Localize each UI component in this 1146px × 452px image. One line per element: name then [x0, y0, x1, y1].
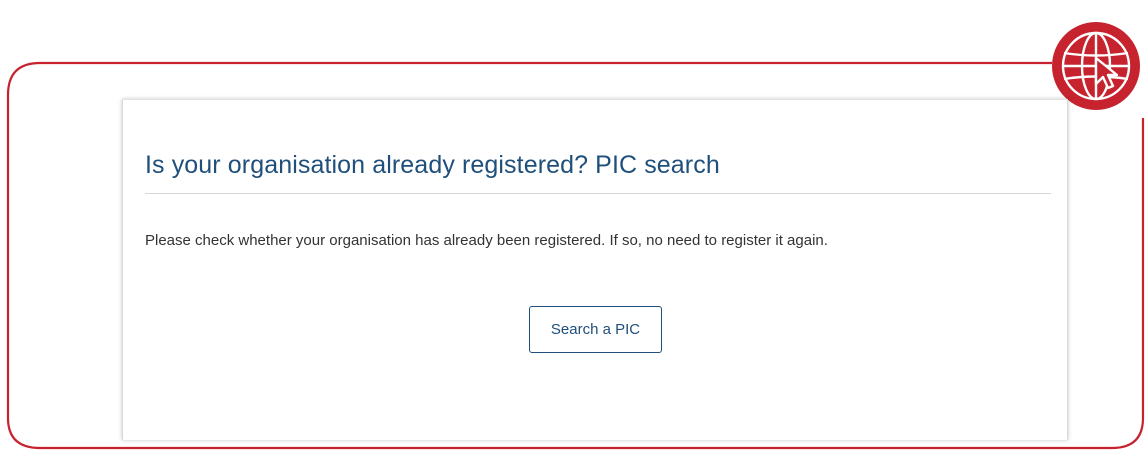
search-pic-button[interactable]: Search a PIC [529, 306, 662, 353]
divider [145, 193, 1051, 194]
card-title: Is your organisation already registered?… [145, 151, 720, 179]
card-description: Please check whether your organisation h… [145, 232, 828, 249]
pic-search-card: Is your organisation already registered?… [122, 99, 1068, 440]
